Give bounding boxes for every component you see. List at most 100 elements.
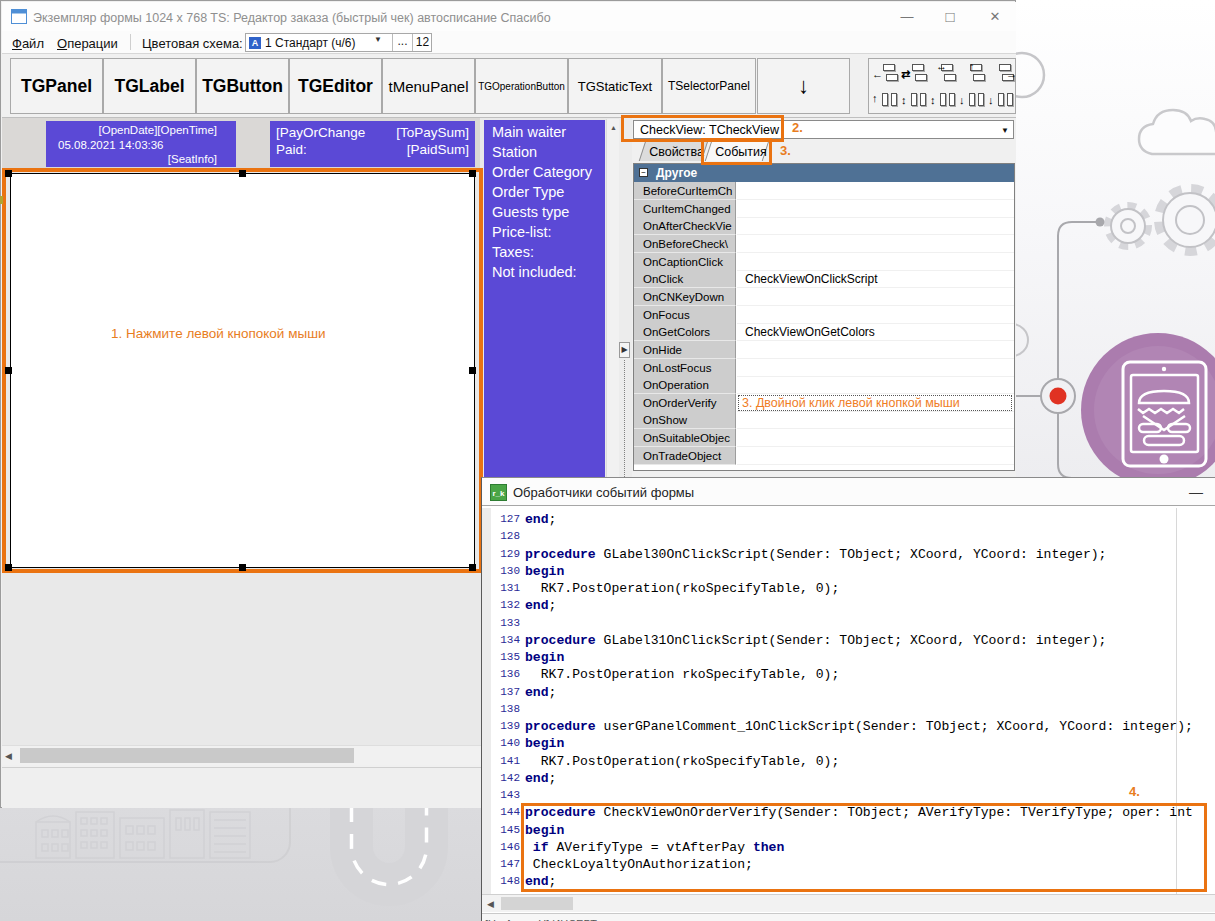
selection-handle[interactable] (469, 564, 476, 571)
code-line[interactable]: 135begin (482, 650, 1215, 667)
property-row-OnShow[interactable]: OnShow (634, 411, 1014, 429)
code-line[interactable]: 137end; (482, 685, 1215, 702)
property-row-OnGetColors[interactable]: OnGetColorsCheckViewOnGetColors (634, 323, 1014, 341)
minimize-button[interactable]: — (892, 2, 922, 31)
selection-handle[interactable] (5, 367, 12, 374)
menu-operations[interactable]: Операции (52, 34, 123, 51)
code-minimize-button[interactable]: — (1184, 481, 1208, 503)
splitter-collapse-button[interactable]: ▶ (619, 342, 630, 358)
palette-icon: A (249, 37, 261, 49)
color-scheme-combobox[interactable]: A 1 Стандарт (ч/6) ▼ ... 12 (245, 33, 432, 52)
toolbar-button-tgpanel[interactable]: TGPanel (10, 58, 103, 114)
ellipsis-button[interactable]: ... (392, 34, 412, 51)
code-line[interactable]: 134procedure GLabel31OnClickScript(Sende… (482, 633, 1215, 650)
code-line[interactable]: 132end; (482, 598, 1215, 615)
align-right-edges-icon[interactable]: → (988, 61, 1016, 87)
code-line[interactable]: 142end; (482, 771, 1215, 788)
code-line[interactable]: 129procedure GLabel30OnClickScript(Sende… (482, 547, 1215, 564)
pay-or-change-label: [PayOrChange (276, 124, 365, 141)
size-value[interactable]: 12 (412, 34, 432, 51)
toolbar-button-tgbutton[interactable]: TGButton (196, 58, 289, 114)
red-dot (1050, 388, 1067, 405)
date-value-line: 05.08.2021 14:03:36 (46, 138, 236, 153)
category-label: Другое (656, 166, 697, 180)
selection-handle[interactable] (239, 170, 246, 177)
property-row-OnAfterCheckVie[interactable]: OnAfterCheckVie (634, 217, 1014, 235)
align-bottom-edges-icon[interactable]: ↓ (988, 87, 1016, 113)
property-row-OnFocus[interactable]: OnFocus (634, 306, 1014, 324)
code-line[interactable]: 136 RK7.PostOperation rkoSpecifyTable, 0… (482, 667, 1215, 684)
order-info-item: Order Category (492, 162, 605, 182)
pay-panel[interactable]: [PayOrChange[ToPaySum] Paid:[PaidSum] (270, 121, 475, 167)
code-line[interactable]: 140begin (482, 736, 1215, 753)
code-line[interactable]: 128 (482, 529, 1215, 546)
property-row-OnBeforeCheck[interactable]: OnBeforeCheck\ (634, 235, 1014, 253)
property-row-OnClick[interactable]: OnClickCheckViewOnClickScript (634, 270, 1014, 288)
property-row-OnOrderVerify[interactable]: OnOrderVerify3. Двойной клик левой кнопк… (634, 394, 1014, 412)
selection-handle[interactable] (239, 564, 246, 571)
component-toolbar: TGPanelTGLabelTGButtonTGEditortMenuPanel… (2, 54, 1016, 118)
property-row-CurItemChanged[interactable]: CurItemChanged (634, 200, 1014, 218)
property-row-OnTradeObject[interactable]: OnTradeObject (634, 447, 1014, 465)
scrollbar-thumb[interactable] (20, 748, 354, 763)
scrollbar-thumb[interactable] (501, 897, 573, 910)
align-vertical-centers-icon[interactable]: ↕ (901, 87, 929, 113)
scheme-label: Цветовая схема: (142, 36, 243, 51)
align-top-edges-icon[interactable]: ↑ (872, 87, 900, 113)
toolbar-button-tselectorpanel[interactable]: TSelectorPanel (662, 58, 756, 114)
annotation-label-3: 3. (780, 143, 791, 158)
paid-label: Paid: (276, 141, 307, 158)
property-row-OnSuitableObjec[interactable]: OnSuitableObjec (634, 429, 1014, 447)
selection-handle[interactable] (469, 170, 476, 177)
property-category-header[interactable]: − Другое (634, 164, 1014, 182)
property-row-OnLostFocus[interactable]: OnLostFocus (634, 359, 1014, 377)
scroll-left-icon[interactable]: ◀ (487, 897, 494, 911)
close-button[interactable]: ✕ (980, 2, 1010, 31)
selection-handle[interactable] (469, 367, 476, 374)
title-bar[interactable]: Экземпляр формы 1024 x 768 TS: Редактор … (2, 2, 1016, 31)
alignment-palette: ←⇄↔↑→↑↕↕↓↓ (868, 58, 1016, 114)
code-line[interactable]: 138 (482, 702, 1215, 719)
toolbar-button-tgeditor[interactable]: TGEditor (289, 58, 382, 114)
selected-form-panel[interactable]: 1. Нажмите левой кнопокой мыши (10, 173, 475, 568)
open-date-panel[interactable]: [OpenDate][OpenTime] 05.08.2021 14:03:36… (46, 121, 236, 167)
toolbar-button-tgoperationbutton[interactable]: TGOperationButton (475, 58, 568, 114)
property-row-OnOperation[interactable]: OnOperation (634, 376, 1014, 394)
align-bottoms-icon[interactable]: ↓ (959, 87, 987, 113)
order-info-item: Main waiter (492, 122, 605, 142)
code-line[interactable]: 131 RK7.PostOperation(rkoSpecifyTable, 0… (482, 581, 1215, 598)
step1-hint: 1. Нажмите левой кнопокой мыши (111, 326, 326, 341)
tab-properties[interactable]: Свойства (639, 141, 708, 161)
chevron-down-icon[interactable]: ▼ (1001, 126, 1009, 135)
property-row-OnCaptionClick[interactable]: OnCaptionClick (634, 253, 1014, 271)
code-editor[interactable]: 127end;128129procedure GLabel30OnClickSc… (482, 508, 1215, 894)
align-horizontal-centers-icon[interactable]: ⇄ (901, 61, 929, 87)
scheme-value: 1 Стандарт (ч/6) (265, 36, 356, 50)
code-line[interactable]: 127end; (482, 512, 1215, 529)
collapse-icon[interactable]: − (639, 168, 648, 177)
toolbar-button-tmenupanel[interactable]: tMenuPanel (382, 58, 475, 114)
make-same-height-icon[interactable]: ↕ (930, 87, 958, 113)
align-left-edges-icon[interactable]: ← (872, 61, 900, 87)
code-line[interactable]: 141 RK7.PostOperation(rkoSpecifyTable, 0… (482, 754, 1215, 771)
scroll-left-icon[interactable]: ◀ (5, 749, 12, 763)
toolbar-button-tgstatictext[interactable]: TGStaticText (568, 58, 662, 114)
property-row-OnCNKeyDown[interactable]: OnCNKeyDown (634, 288, 1014, 306)
property-row-BeforeCurItemCh[interactable]: BeforeCurItemCh (634, 182, 1014, 200)
chevron-down-icon[interactable]: ▼ (374, 35, 382, 44)
align-tops-icon[interactable]: ↑ (959, 61, 987, 87)
paid-sum-label: [PaidSum] (407, 141, 469, 158)
code-horizontal-scrollbar[interactable]: ◀ (482, 894, 1215, 912)
make-same-width-icon[interactable]: ↔ (930, 61, 958, 87)
toolbar-button-tglabel[interactable]: TGLabel (103, 58, 196, 114)
code-line[interactable]: 139procedure userGPanelComment_1OnClickS… (482, 719, 1215, 736)
property-row-OnHide[interactable]: OnHide (634, 341, 1014, 359)
code-window-titlebar[interactable]: r_k Обработчики событий формы — (482, 478, 1215, 506)
code-line[interactable]: 130begin (482, 564, 1215, 581)
selection-handle[interactable] (5, 170, 12, 177)
menu-file[interactable]: Файл (7, 34, 49, 51)
arrow-down-button[interactable]: ↓ (757, 58, 850, 114)
selection-handle[interactable] (5, 564, 12, 571)
code-line[interactable]: 133 (482, 616, 1215, 633)
maximize-button[interactable]: □ (935, 2, 965, 31)
